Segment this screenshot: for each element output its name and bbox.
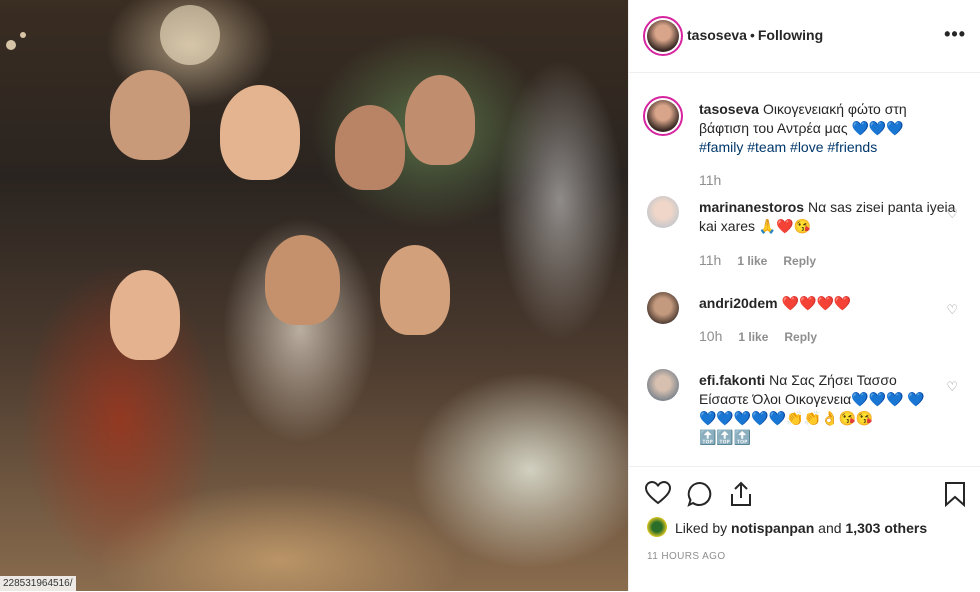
comment-username[interactable]: andri20dem <box>699 295 778 311</box>
commenter-avatar[interactable] <box>647 369 679 401</box>
comment-username[interactable]: efi.fakonti <box>699 372 765 388</box>
caption: tasoseva Οικογενειακή φώτο στη βάφτιση το… <box>699 100 959 157</box>
comment-likes[interactable]: 1 like <box>737 254 767 268</box>
comment-meta: 11h 1 like Reply <box>699 252 816 268</box>
comment-bubble-icon[interactable] <box>687 481 713 514</box>
like-heart-icon[interactable] <box>644 480 672 512</box>
reply-button[interactable]: Reply <box>783 254 816 268</box>
comment-time[interactable]: 11h <box>699 252 721 268</box>
comment-meta: 10h 1 like Reply <box>699 328 817 344</box>
share-icon[interactable] <box>729 481 753 514</box>
post-header: tasoseva • Following ••• <box>629 0 980 73</box>
comment-username[interactable]: marinanestoros <box>699 199 804 215</box>
lamp <box>160 5 220 65</box>
comment: efi.fakonti Να Σας Ζήσει Τασσο Είσαστε Όλ… <box>699 371 929 447</box>
liker-avatar[interactable] <box>647 517 667 537</box>
more-options-icon[interactable]: ••• <box>944 24 966 45</box>
caption-hashtags[interactable]: #family #team #love #friends <box>699 139 877 155</box>
post-actions: Liked by notispanpan and 1,303 others 11… <box>629 466 980 592</box>
comment: andri20dem ❤️❤️❤️❤️ <box>699 294 959 313</box>
header-username-line: tasoseva • Following <box>687 27 823 43</box>
comment-text: ❤️❤️❤️❤️ <box>781 295 852 311</box>
save-bookmark-icon[interactable] <box>944 481 966 514</box>
like-comment-heart-icon[interactable]: ♡ <box>946 206 958 222</box>
header-username[interactable]: tasoseva <box>687 27 747 43</box>
string-light <box>20 32 26 38</box>
person <box>405 75 475 165</box>
post-side-panel: tasoseva • Following ••• tasoseva Οικογενει… <box>629 0 980 591</box>
person <box>380 245 450 335</box>
likes-count[interactable]: 1,303 others <box>845 520 927 536</box>
caption-username[interactable]: tasoseva <box>699 101 759 117</box>
like-comment-heart-icon[interactable]: ♡ <box>946 379 958 395</box>
person <box>335 105 405 190</box>
separator: • <box>749 27 755 43</box>
post-timestamp[interactable]: 11 HOURS AGO <box>647 551 726 562</box>
comment-likes[interactable]: 1 like <box>738 330 768 344</box>
liked-by-prefix: Liked by <box>675 520 728 536</box>
avatar[interactable] <box>643 16 683 56</box>
post-photo[interactable]: 228531964516/ <box>0 0 628 591</box>
caption-avatar[interactable] <box>643 96 683 136</box>
caption-time[interactable]: 11h <box>699 172 721 188</box>
person <box>220 85 300 180</box>
commenter-avatar[interactable] <box>647 292 679 324</box>
person <box>110 270 180 360</box>
like-comment-heart-icon[interactable]: ♡ <box>946 302 958 318</box>
string-light <box>6 40 16 50</box>
liked-by-user[interactable]: notispanpan <box>731 520 814 536</box>
comment-time[interactable]: 10h <box>699 328 722 344</box>
reply-button[interactable]: Reply <box>784 330 817 344</box>
liked-by-line: Liked by notispanpan and 1,303 others <box>675 520 927 536</box>
liked-by-and: and <box>818 520 842 536</box>
image-url-fragment: 228531964516/ <box>0 576 76 591</box>
person <box>110 70 190 160</box>
comment: marinanestoros Να sas zisei panta iyeia k… <box>699 198 959 236</box>
commenter-avatar[interactable] <box>647 196 679 228</box>
person <box>265 235 340 325</box>
following-button[interactable]: Following <box>758 27 823 43</box>
